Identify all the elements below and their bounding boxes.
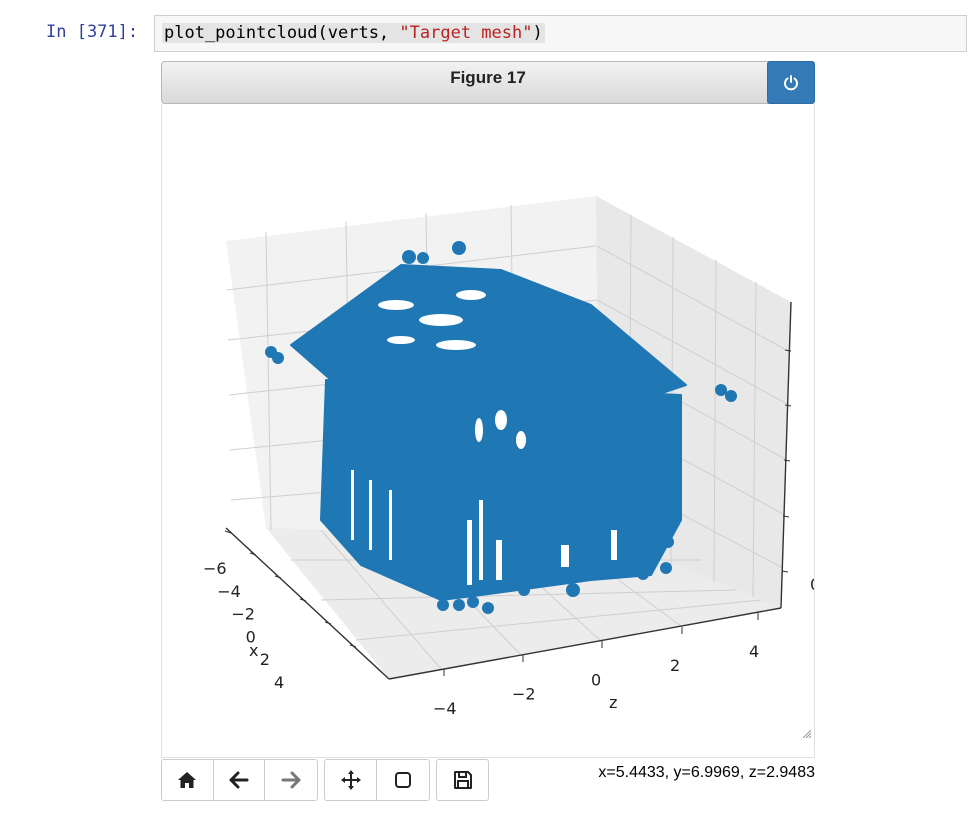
zoom-rect-button[interactable] [377, 760, 429, 800]
toolbar-tools-group [324, 759, 430, 801]
vertical-tick-labels: 0 [810, 575, 815, 594]
x-axis-label: x [249, 641, 258, 660]
close-figure-button[interactable] [767, 61, 815, 104]
tick-label: −6 [203, 559, 227, 578]
back-arrow-icon [229, 771, 249, 789]
tick-label: −4 [217, 582, 241, 601]
move-icon [340, 770, 361, 790]
tick-label: 0 [810, 575, 815, 594]
tick-label: 2 [670, 656, 680, 675]
tick-label: 4 [274, 673, 284, 692]
zoom-rect-icon [395, 772, 411, 788]
cursor-coordinates: x=5.4433, y=6.9969, z=2.9483 [598, 764, 815, 781]
tick-label: 0 [591, 670, 601, 689]
code-string: "Target mesh" [399, 23, 533, 43]
code-close: ) [532, 23, 543, 43]
figure-canvas[interactable]: −6 −4 −2 0 2 4 −4 −2 0 2 4 0 x z [161, 104, 815, 758]
tick-label: −2 [512, 685, 536, 704]
pan-button[interactable] [325, 760, 377, 800]
save-button[interactable] [437, 760, 488, 800]
x-tick-labels: −6−4−2024 [203, 559, 284, 692]
matplotlib-figure: Figure 17 −6 −4 −2 0 2 4 −4 −2 0 2 4 0 x… [161, 61, 815, 801]
tick-label: 4 [749, 642, 759, 661]
cell-prompt: In [371]: [46, 22, 139, 42]
figure-titlebar: Figure 17 [161, 61, 815, 104]
power-icon [784, 74, 798, 90]
tick-label: 2 [260, 650, 270, 669]
forward-arrow-icon [281, 771, 301, 789]
figure-title: Figure 17 [450, 68, 526, 87]
code-text: plot_pointcloud(verts, "Target mesh") [162, 23, 545, 43]
home-button[interactable] [162, 760, 214, 800]
save-icon [453, 771, 472, 789]
home-icon [178, 772, 197, 788]
scatter3d-plot[interactable]: −6−4−2024 −4−2024 0 x z [161, 104, 815, 758]
forward-button[interactable] [265, 760, 317, 800]
code-call: plot_pointcloud(verts, [164, 23, 400, 43]
toolbar-nav-group [161, 759, 318, 801]
tick-label: −2 [231, 605, 255, 624]
tick-label: −4 [433, 699, 457, 718]
resize-handle-icon[interactable] [802, 729, 812, 739]
back-button[interactable] [214, 760, 266, 800]
code-cell-input[interactable]: plot_pointcloud(verts, "Target mesh") [154, 15, 967, 52]
toolbar-save-group [436, 759, 489, 801]
z-axis-label: z [609, 693, 617, 712]
